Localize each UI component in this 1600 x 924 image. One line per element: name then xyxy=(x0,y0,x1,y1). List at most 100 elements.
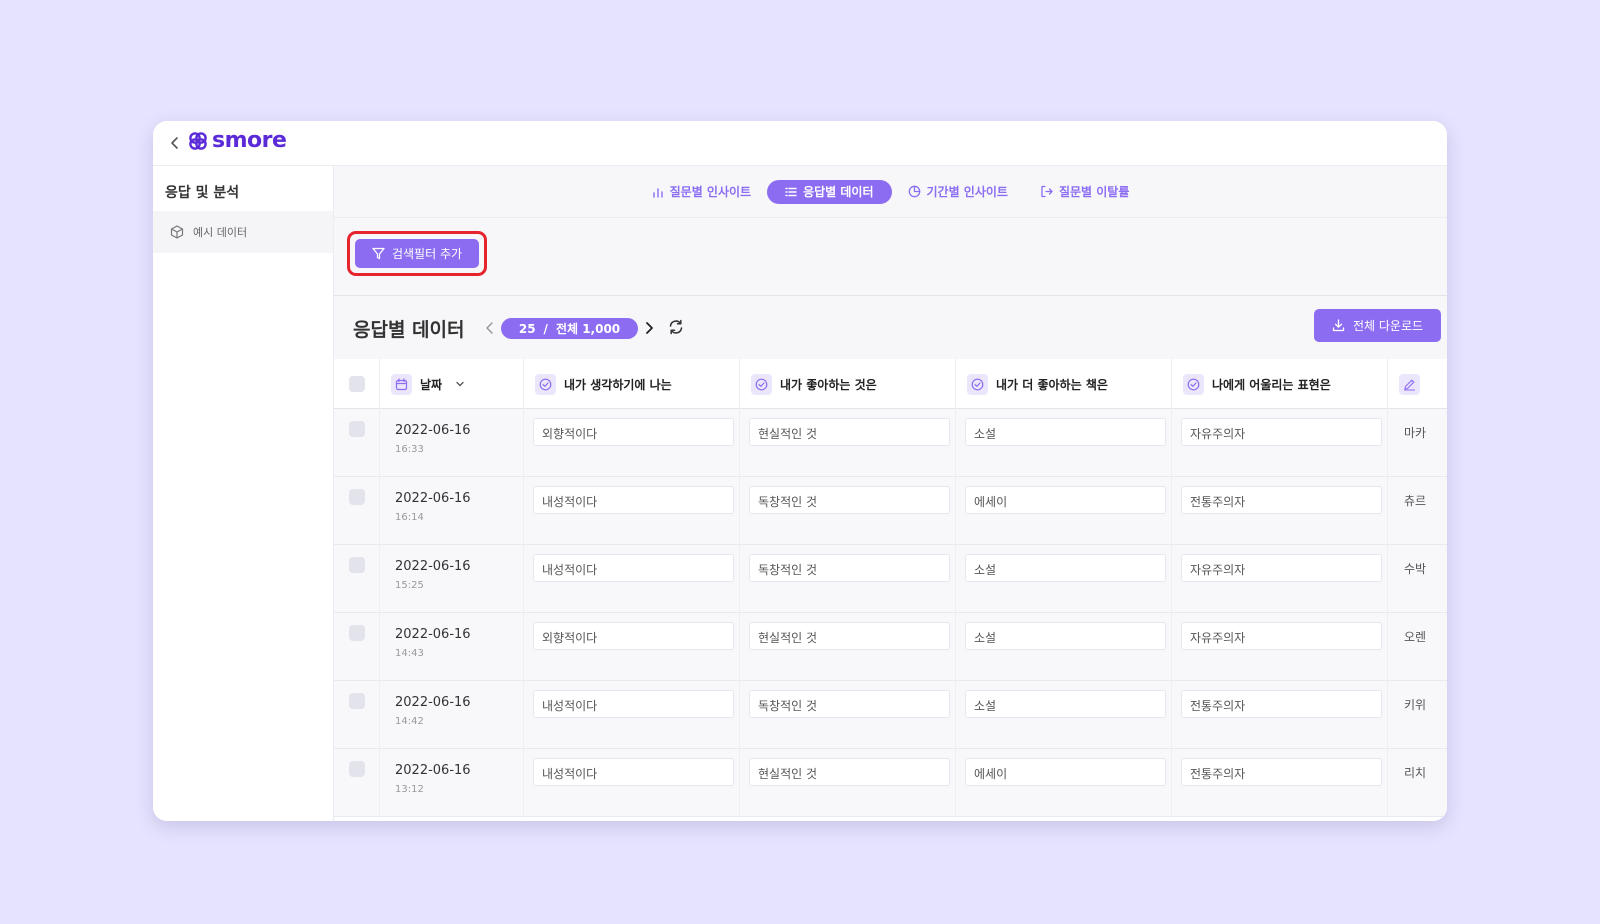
column-label: 내가 생각하기에 나는 xyxy=(564,377,672,392)
answer-cell: 자유주의자 xyxy=(1172,613,1388,681)
highlight-outline: 검색필터 추가 xyxy=(347,231,487,276)
date-value: 2022-06-16 xyxy=(395,559,471,574)
tab-period-insight[interactable]: 기간별 인사이트 xyxy=(892,180,1024,204)
tab-label: 질문별 인사이트 xyxy=(669,185,752,199)
logo[interactable]: smore xyxy=(188,128,287,153)
answer-cell: 소설 xyxy=(956,613,1172,681)
page-size-selector[interactable]: 25 / 전체 1,000 xyxy=(501,318,638,339)
answer-cell: 자유주의자 xyxy=(1172,409,1388,477)
row-checkbox[interactable] xyxy=(349,625,365,641)
date-value: 2022-06-16 xyxy=(395,423,471,438)
answer-cell: 전통주의자 xyxy=(1172,477,1388,545)
answer-cell: 현실적인 것 xyxy=(740,409,956,477)
column-header-q1[interactable]: 내가 생각하기에 나는 xyxy=(524,359,740,409)
answer-cell: 전통주의자 xyxy=(1172,749,1388,817)
check-circle-icon xyxy=(967,373,988,395)
answer-value: 소설 xyxy=(965,418,1166,446)
answer-cell: 내성적이다 xyxy=(524,545,740,613)
main-panel: 질문별 인사이트 응답별 데이터 기간별 인사이트 질문별 이탈률 검색필터 추… xyxy=(334,166,1447,821)
answer-value: 외향적이다 xyxy=(533,622,734,650)
download-all-button[interactable]: 전체 다운로드 xyxy=(1314,309,1441,342)
date-value: 2022-06-16 xyxy=(395,491,471,506)
table-row[interactable]: 2022-06-16 14:43 외향적이다 현실적인 것 소설 자유주의자 오… xyxy=(334,613,1447,681)
date-value: 2022-06-16 xyxy=(395,763,471,778)
answer-cell: 외향적이다 xyxy=(524,409,740,477)
answer-cell: 독창적인 것 xyxy=(740,477,956,545)
date-value: 2022-06-16 xyxy=(395,695,471,710)
table-row[interactable]: 2022-06-16 14:42 내성적이다 독창적인 것 소설 전통주의자 키… xyxy=(334,681,1447,749)
smore-logo-icon xyxy=(189,131,207,150)
row-checkbox[interactable] xyxy=(349,761,365,777)
answer-cell: 전통주의자 xyxy=(1172,681,1388,749)
tab-label: 응답별 데이터 xyxy=(803,185,874,199)
row-checkbox[interactable] xyxy=(349,557,365,573)
row-select-cell xyxy=(334,749,380,817)
date-cell: 2022-06-16 16:33 xyxy=(380,409,524,477)
answer-value: 내성적이다 xyxy=(533,758,734,786)
time-value: 16:14 xyxy=(395,512,424,523)
chevron-left-icon[interactable] xyxy=(484,318,496,338)
check-circle-icon xyxy=(535,373,556,395)
answer-cell: 외향적이다 xyxy=(524,613,740,681)
answer-value: 내성적이다 xyxy=(533,690,734,718)
page-size: 25 xyxy=(518,321,536,336)
answer-value: 현실적인 것 xyxy=(749,418,950,446)
answer-cell: 자유주의자 xyxy=(1172,545,1388,613)
tab-label: 기간별 인사이트 xyxy=(926,185,1008,199)
add-search-filter-button[interactable]: 검색필터 추가 xyxy=(355,239,479,268)
table-header: 날짜 내가 생각하기에 나는 내가 좋아하는 것은 내가 더 좋아하는 책은 나… xyxy=(334,359,1447,409)
filter-button-label: 검색필터 추가 xyxy=(391,247,463,261)
answer-cell-truncated: 마카 xyxy=(1404,426,1427,440)
calendar-icon xyxy=(391,373,412,395)
tab-question-insight[interactable]: 질문별 인사이트 xyxy=(636,180,767,204)
sidebar-item-label: 예시 데이터 xyxy=(193,226,248,239)
row-checkbox[interactable] xyxy=(349,693,365,709)
answer-value: 소설 xyxy=(965,554,1166,582)
answer-cell: 내성적이다 xyxy=(524,681,740,749)
column-header-q5[interactable] xyxy=(1388,359,1447,409)
time-value: 16:33 xyxy=(395,444,424,455)
date-cell: 2022-06-16 14:42 xyxy=(380,681,524,749)
answer-value: 외향적이다 xyxy=(533,418,734,446)
table-row[interactable]: 2022-06-16 16:14 내성적이다 독창적인 것 에세이 전통주의자 … xyxy=(334,477,1447,545)
app-window: smore 응답 및 분석 예시 데이터 질문별 인사이트 응답별 데이터 기간… xyxy=(153,121,1447,821)
chevron-right-icon[interactable] xyxy=(643,318,655,338)
column-label: 내가 좋아하는 것은 xyxy=(780,377,877,392)
filter-icon xyxy=(372,247,385,260)
table-row[interactable]: 2022-06-16 13:12 내성적이다 현실적인 것 에세이 전통주의자 … xyxy=(334,749,1447,817)
row-select-cell xyxy=(334,545,380,613)
sidebar: 응답 및 분석 예시 데이터 xyxy=(153,166,334,821)
answer-value: 내성적이다 xyxy=(533,554,734,582)
answer-value: 소설 xyxy=(965,690,1166,718)
column-header-q3[interactable]: 내가 더 좋아하는 책은 xyxy=(956,359,1172,409)
row-select-cell xyxy=(334,613,380,681)
chevron-left-icon[interactable] xyxy=(167,133,183,153)
table-row[interactable]: 2022-06-16 16:33 외향적이다 현실적인 것 소설 자유주의자 마… xyxy=(334,409,1447,477)
logo-text: smore xyxy=(212,128,287,153)
list-icon xyxy=(785,187,797,196)
refresh-icon[interactable] xyxy=(667,318,685,336)
filter-area: 검색필터 추가 xyxy=(334,218,1447,296)
chevron-down-icon[interactable] xyxy=(454,378,466,390)
pie-chart-icon xyxy=(908,185,920,198)
column-header-q4[interactable]: 나에게 어울리는 표현은 xyxy=(1172,359,1388,409)
time-value: 15:25 xyxy=(395,580,424,591)
row-checkbox[interactable] xyxy=(349,489,365,505)
column-header-q2[interactable]: 내가 좋아하는 것은 xyxy=(740,359,956,409)
answer-cell: 내성적이다 xyxy=(524,477,740,545)
column-header-date[interactable]: 날짜 xyxy=(380,359,524,409)
answer-value: 전통주의자 xyxy=(1181,690,1382,718)
tab-dropout-rate[interactable]: 질문별 이탈률 xyxy=(1024,180,1145,204)
answer-cell-truncated: 수박 xyxy=(1404,562,1427,576)
cube-icon xyxy=(170,225,184,239)
tab-response-data[interactable]: 응답별 데이터 xyxy=(767,179,892,204)
table-row[interactable]: 2022-06-16 15:25 내성적이다 독창적인 것 소설 자유주의자 수… xyxy=(334,545,1447,613)
sidebar-item-example-data[interactable]: 예시 데이터 xyxy=(153,211,333,253)
column-label: 날짜 xyxy=(420,377,443,392)
response-table: 날짜 내가 생각하기에 나는 내가 좋아하는 것은 내가 더 좋아하는 책은 나… xyxy=(334,359,1447,821)
row-checkbox[interactable] xyxy=(349,421,365,437)
answer-value: 독창적인 것 xyxy=(749,554,950,582)
check-circle-icon xyxy=(751,373,772,395)
row-select-cell xyxy=(334,409,380,477)
select-all-checkbox[interactable] xyxy=(349,376,365,392)
